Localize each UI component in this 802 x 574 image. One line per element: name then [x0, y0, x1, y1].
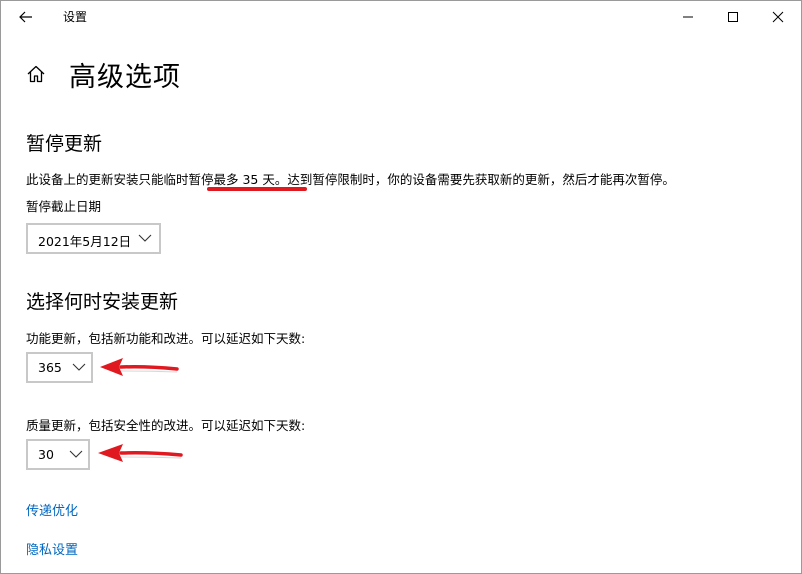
quality-update-dropdown[interactable]: 30 [26, 439, 90, 470]
minimize-icon [683, 16, 693, 18]
title-bar: 设置 [1, 1, 801, 33]
privacy-settings-link[interactable]: 隐私设置 [26, 539, 78, 558]
home-glyph [27, 65, 45, 83]
schedule-heading: 选择何时安装更新 [26, 291, 179, 313]
pause-date-value: 2021年5月12日 [38, 234, 132, 249]
feature-update-label: 功能更新，包括新功能和改进。可以延迟如下天数: [26, 331, 306, 346]
minimize-button[interactable] [676, 5, 700, 29]
red-underline-annotation [207, 187, 307, 191]
red-arrow-annotation [98, 444, 183, 462]
page-title: 高级选项 [69, 62, 181, 93]
back-button[interactable] [15, 6, 37, 28]
red-arrow-annotation [100, 358, 179, 376]
close-button[interactable] [766, 5, 790, 29]
pause-updates-heading: 暂停更新 [26, 133, 103, 155]
home-icon[interactable] [25, 63, 47, 85]
pause-date-dropdown[interactable]: 2021年5月12日 [26, 223, 161, 254]
chevron-down-icon [72, 363, 86, 371]
settings-window: 设置 高级选项 暂停更新 此设备上的更新安装只能临时暂停最多 35 天。达到暂停… [0, 0, 802, 574]
delivery-optimization-link[interactable]: 传递优化 [26, 500, 78, 519]
feature-update-dropdown[interactable]: 365 [26, 352, 93, 383]
maximize-button[interactable] [721, 5, 745, 29]
pause-description: 此设备上的更新安装只能临时暂停最多 35 天。达到暂停限制时，你的设备需要先获取… [26, 172, 675, 187]
pause-date-label: 暂停截止日期 [26, 199, 102, 214]
back-arrow-icon [19, 11, 32, 23]
maximize-icon [728, 12, 738, 22]
close-icon [772, 11, 784, 23]
quality-update-label: 质量更新，包括安全性的改进。可以延迟如下天数: [26, 418, 306, 433]
chevron-down-icon [138, 234, 152, 242]
chevron-down-icon [69, 450, 83, 458]
quality-update-value: 30 [38, 447, 54, 462]
feature-update-value: 365 [38, 360, 62, 375]
window-title: 设置 [63, 10, 88, 24]
